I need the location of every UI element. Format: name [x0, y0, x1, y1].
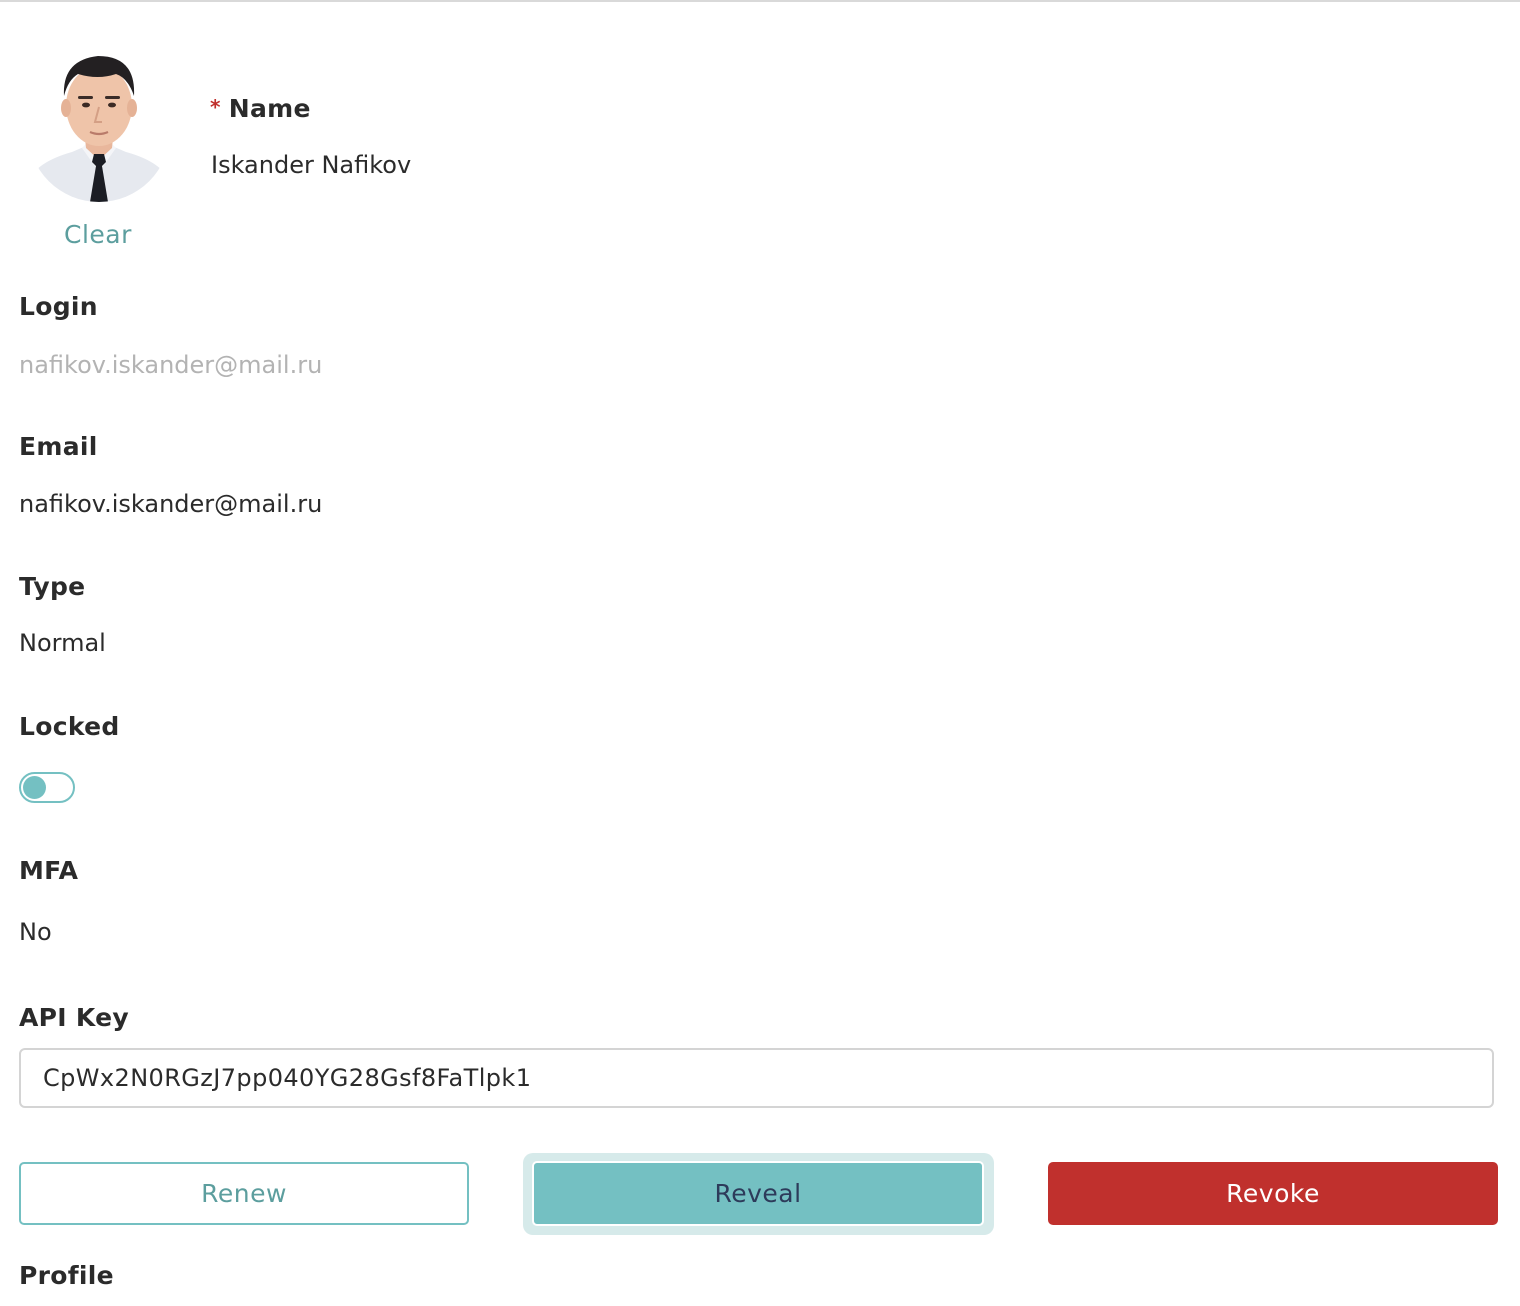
- toggle-knob: [23, 776, 46, 799]
- email-value[interactable]: nafikov.iskander@mail.ru: [19, 490, 322, 518]
- email-label: Email: [19, 432, 98, 461]
- avatar-photo: [28, 56, 170, 202]
- login-label: Login: [19, 292, 98, 321]
- type-value[interactable]: Normal: [19, 629, 106, 657]
- locked-toggle[interactable]: [19, 772, 75, 803]
- login-value: nafikov.iskander@mail.ru: [19, 351, 323, 379]
- clear-avatar-link[interactable]: Clear: [64, 220, 132, 249]
- api-key-label: API Key: [19, 1003, 129, 1032]
- locked-label: Locked: [19, 712, 120, 741]
- mfa-label: MFA: [19, 856, 79, 885]
- api-key-field[interactable]: [19, 1048, 1494, 1108]
- avatar[interactable]: [28, 44, 170, 202]
- renew-button[interactable]: Renew: [19, 1162, 469, 1225]
- mfa-value: No: [19, 918, 52, 946]
- required-asterisk: *: [210, 95, 221, 119]
- type-label: Type: [19, 572, 86, 601]
- reveal-button[interactable]: Reveal: [532, 1161, 984, 1226]
- profile-label: Profile: [19, 1261, 114, 1290]
- name-label-text: Name: [228, 94, 311, 123]
- name-value[interactable]: Iskander Nafikov: [211, 151, 411, 179]
- top-divider: [0, 0, 1520, 2]
- revoke-button[interactable]: Revoke: [1048, 1162, 1498, 1225]
- name-label: * Name: [210, 94, 311, 123]
